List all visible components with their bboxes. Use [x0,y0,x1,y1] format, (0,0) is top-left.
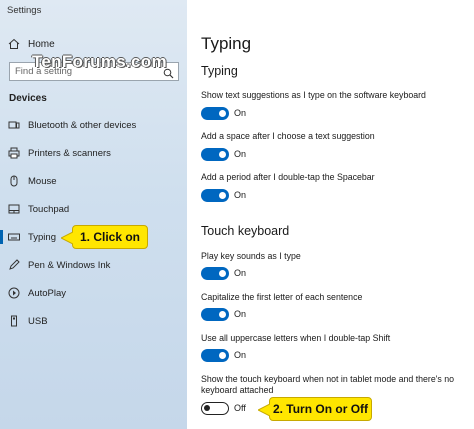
main-panel: Typing Typing Show text suggestions as I… [187,0,474,429]
home-icon [0,38,28,50]
sidebar-item-bluetooth[interactable]: Bluetooth & other devices [0,114,187,136]
sidebar-item-label: Pen & Windows Ink [28,259,111,271]
sidebar: Settings Home Find a setting TenForums.c… [0,0,187,429]
callout-text: 1. Click on [79,230,141,244]
group-heading-typing: Typing [201,64,238,78]
key-sounds-toggle[interactable] [201,267,229,280]
sidebar-item-label: Home [28,38,55,50]
text-suggestions-toggle[interactable] [201,107,229,120]
toggle-knob [219,151,226,158]
sidebar-item-pen[interactable]: Pen & Windows Ink [0,254,187,276]
callout-pointer [61,231,73,245]
sidebar-item-mouse[interactable]: Mouse [0,170,187,192]
toggle-knob [219,270,226,277]
sidebar-section-heading: Devices [9,93,47,104]
setting-label: Use all uppercase letters when I double-… [201,333,391,343]
sidebar-item-label: Bluetooth & other devices [28,119,137,131]
sidebar-item-label: USB [28,315,48,327]
toggle-state: On [234,190,247,200]
callout-step-1: 1. Click on [61,225,148,249]
capitalize-toggle[interactable] [201,308,229,321]
toggle-knob [204,405,210,411]
show-touch-keyboard-toggle[interactable] [201,402,229,415]
sidebar-item-label: Touchpad [28,203,70,215]
sidebar-item-autoplay[interactable]: AutoPlay [0,282,187,304]
bluetooth-icon [0,119,28,131]
setting-label: Add a period after I double-tap the Spac… [201,172,375,182]
window-title: Settings [7,5,42,16]
sidebar-item-home[interactable]: Home [0,34,187,54]
sidebar-item-label: Typing [28,231,56,243]
uppercase-toggle[interactable] [201,349,229,362]
page-title: Typing [201,34,252,53]
setting-label: Add a space after I choose a text sugges… [201,131,375,141]
toggle-knob [219,352,226,359]
autoplay-icon [0,287,28,299]
callout-text: 2. Turn On or Off [272,402,369,416]
toggle-state: Off [234,403,246,413]
watermark: TenForums.com [32,52,167,71]
add-space-toggle[interactable] [201,148,229,161]
sidebar-item-usb[interactable]: USB [0,310,187,332]
toggle-knob [219,311,226,318]
sidebar-item-label: Printers & scanners [28,147,111,159]
add-period-toggle[interactable] [201,189,229,202]
callout-step-2: 2. Turn On or Off [258,397,372,421]
setting-label: Play key sounds as I type [201,251,301,261]
toggle-state: On [234,268,247,278]
sidebar-item-touchpad[interactable]: Touchpad [0,198,187,220]
toggle-state: On [234,108,247,118]
setting-label: Show the touch keyboard when not in tabl… [201,374,455,395]
callout-pointer [258,403,270,417]
touchpad-icon [0,203,28,215]
toggle-state: On [234,149,247,159]
usb-icon [0,315,28,327]
pen-icon [0,259,28,271]
setting-label: Capitalize the first letter of each sent… [201,292,363,302]
toggle-knob [219,192,226,199]
toggle-state: On [234,350,247,360]
toggle-state: On [234,309,247,319]
printer-icon [0,147,28,159]
mouse-icon [0,175,28,187]
keyboard-icon [0,231,28,243]
toggle-knob [219,110,226,117]
setting-label: Show text suggestions as I type on the s… [201,90,426,100]
selection-indicator [0,230,3,244]
group-heading-touch-keyboard: Touch keyboard [201,224,290,238]
sidebar-item-label: Mouse [28,175,57,187]
sidebar-item-label: AutoPlay [28,287,67,299]
sidebar-item-printers[interactable]: Printers & scanners [0,142,187,164]
